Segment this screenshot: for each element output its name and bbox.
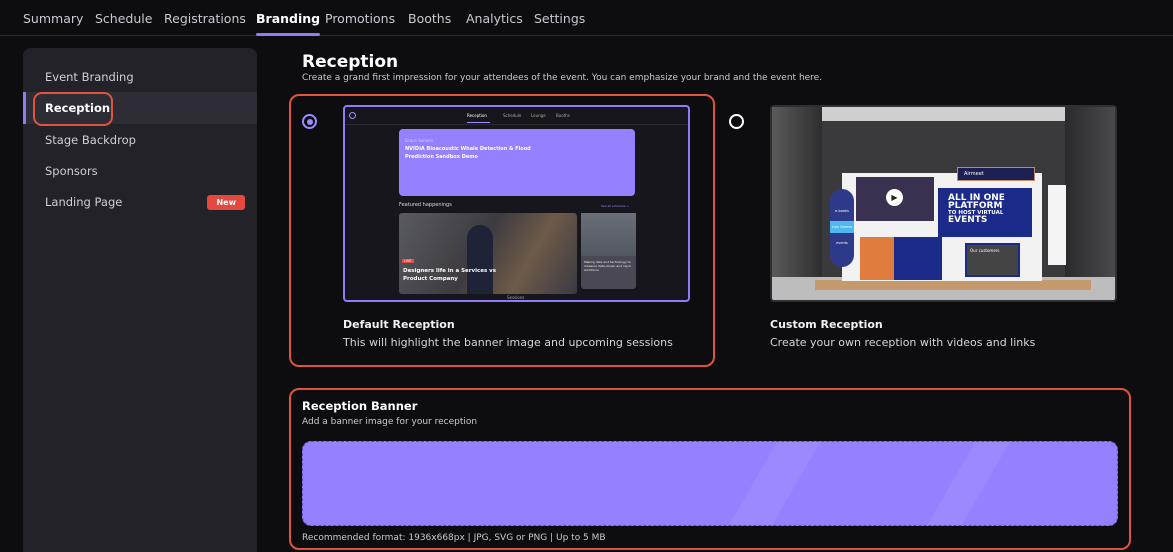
preview-nav: Lounge [531,113,546,118]
headline-panel: ALL IN ONE PLATFORM TO HOST VIRTUAL EVEN… [938,188,1032,237]
preview-nav: Booths [556,113,570,118]
custom-reception-description: Create your own reception with videos an… [770,336,1036,349]
banner-upload-area[interactable] [302,441,1118,526]
page-subtitle: Create a grand first impression for your… [302,73,823,83]
preview-nav: Reception [467,113,487,118]
preview-featured: Featured happenings [399,202,452,208]
preview-see-all: See all schedule > [601,204,629,208]
tab-summary[interactable]: Summary [23,11,83,26]
preview-session-card: LIVE Designers life in a Services vs Pro… [399,213,577,294]
stand-banner: e-books Live Games events [830,189,854,267]
logo-icon [349,112,356,119]
custom-reception-label: Custom Reception [770,318,883,331]
custom-reception-radio[interactable] [729,114,744,129]
page-title: Reception [302,52,399,72]
sidebar-item-stage-backdrop[interactable]: Stage Backdrop [23,124,257,156]
banner-title: Reception Banner [302,399,418,413]
banner-subtitle: Add a banner image for your reception [302,417,478,427]
default-reception-preview[interactable]: Reception Schedule Lounge Booths Grace S… [343,105,690,302]
poster: Our customers [965,243,1020,277]
tab-settings[interactable]: Settings [534,11,585,26]
banner-format-hint: Recommended format: 1936x668px | JPG, SV… [302,533,606,543]
custom-reception-preview[interactable]: ▶ Airmeet ALL IN ONE PLATFORM TO HOST VI… [770,105,1117,302]
default-reception-description: This will highlight the banner image and… [343,336,673,349]
sidebar-item-label: Stage Backdrop [45,133,136,147]
sidebar-item-event-branding[interactable]: Event Branding [23,61,257,93]
preview-footer: Sessions [507,295,525,300]
preview-banner: Grace Somers NVIDIA Bioacoustic Whale De… [399,129,635,196]
tab-analytics[interactable]: Analytics [466,11,523,26]
tab-promotions[interactable]: Promotions [325,11,395,26]
sidebar-item-label: Sponsors [45,164,98,178]
preview-nav: Schedule [503,113,522,118]
sidebar-item-label: Landing Page [45,195,123,209]
brand-sign: Airmeet [957,167,1035,181]
sidebar-item-sponsors[interactable]: Sponsors [23,155,257,187]
sidebar-item-label: Event Branding [45,70,134,84]
highlight-reception-item [33,92,113,126]
preview-side-card: Making data and technology to measure da… [581,213,636,289]
tab-booths[interactable]: Booths [408,11,451,26]
tab-branding[interactable]: Branding [256,11,321,36]
sidebar-item-landing-page[interactable]: Landing Page New [23,186,257,218]
video-panel: ▶ [856,177,934,221]
new-badge: New [207,195,245,210]
default-reception-label: Default Reception [343,318,455,331]
tab-schedule[interactable]: Schedule [95,11,152,26]
tab-registrations[interactable]: Registrations [164,11,246,26]
play-icon: ▶ [886,189,903,206]
top-tabs: Summary Schedule Registrations Branding … [0,0,1173,36]
default-reception-radio[interactable] [302,114,317,129]
